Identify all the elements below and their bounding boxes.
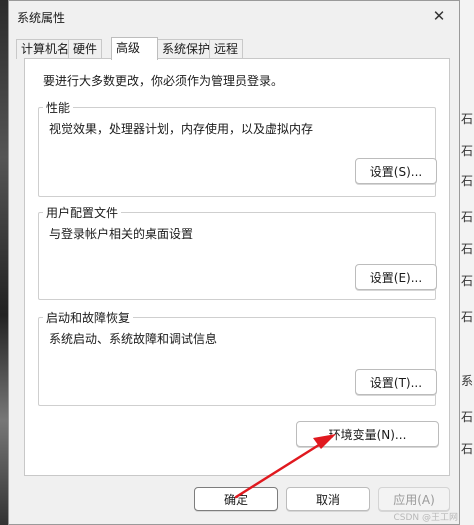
background-glyph: 石 xyxy=(460,174,473,188)
startup-recovery-group: 启动和故障恢复 系统启动、系统故障和调试信息 设置(T)... xyxy=(38,309,437,406)
startup-recovery-settings-button[interactable]: 设置(T)... xyxy=(355,369,437,395)
tab-hardware[interactable]: 硬件 xyxy=(68,39,103,59)
watermark: CSDN @王工网 xyxy=(393,513,458,523)
tab-remote[interactable]: 远程 xyxy=(209,39,244,59)
performance-group: 性能 视觉效果，处理器计划，内存使用，以及虚拟内存 设置(S)... xyxy=(38,99,437,197)
performance-description: 视觉效果，处理器计划，内存使用，以及虚拟内存 xyxy=(49,122,314,136)
startup-recovery-description: 系统启动、系统故障和调试信息 xyxy=(49,332,218,346)
background-glyph: 系 xyxy=(460,374,473,388)
admin-notice: 要进行大多数更改，你必须作为管理员登录。 xyxy=(43,74,284,88)
user-profiles-settings-button[interactable]: 设置(E)... xyxy=(355,264,437,290)
background-glyph: 石 xyxy=(460,144,473,158)
ok-button[interactable]: 确定 xyxy=(194,487,278,511)
background-glyph: 石 xyxy=(460,210,473,224)
startup-recovery-group-title: 启动和故障恢复 xyxy=(43,309,134,326)
window-title: 系统属性 xyxy=(17,11,66,25)
close-icon: ✕ xyxy=(432,7,446,25)
user-profiles-group: 用户配置文件 与登录帐户相关的桌面设置 设置(E)... xyxy=(38,204,437,300)
user-profiles-group-title: 用户配置文件 xyxy=(43,204,122,221)
background-glyph: 石 xyxy=(460,442,473,456)
title-bar[interactable]: 系统属性 ✕ xyxy=(9,1,459,33)
user-profiles-description: 与登录帐户相关的桌面设置 xyxy=(49,227,194,241)
tab-system-protection[interactable]: 系统保护 xyxy=(157,39,216,59)
performance-group-title: 性能 xyxy=(43,99,74,116)
performance-settings-button[interactable]: 设置(S)... xyxy=(355,158,437,184)
background-glyph: 石 xyxy=(460,310,473,324)
background-glyph: 石 xyxy=(460,112,473,126)
background-right-edge: 石 石 石 石 石 石 石 系 石 石 xyxy=(460,0,474,525)
environment-variables-button[interactable]: 环境变量(N)... xyxy=(296,421,439,447)
system-properties-dialog: 系统属性 ✕ 计算机名 硬件 高级 系统保护 远程 要进行大多数更改，你必须作为… xyxy=(8,0,460,525)
cancel-button[interactable]: 取消 xyxy=(286,487,370,511)
close-button[interactable]: ✕ xyxy=(419,1,459,31)
tab-computer-name[interactable]: 计算机名 xyxy=(16,39,75,59)
tab-advanced[interactable]: 高级 xyxy=(111,37,158,60)
background-glyph: 石 xyxy=(460,242,473,256)
background-left-edge xyxy=(0,0,8,525)
background-glyph: 石 xyxy=(460,410,473,424)
advanced-tab-panel: 要进行大多数更改，你必须作为管理员登录。 性能 视觉效果，处理器计划，内存使用，… xyxy=(24,58,450,476)
apply-button[interactable]: 应用(A) xyxy=(378,487,450,511)
background-glyph: 石 xyxy=(460,274,473,288)
